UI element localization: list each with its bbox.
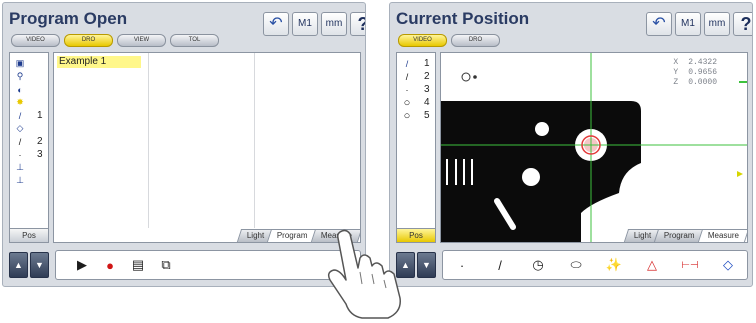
sidebar-item[interactable]: ⊥: [10, 174, 48, 187]
sidebar-item[interactable]: /2: [10, 135, 48, 148]
light-icon: ✸: [16, 97, 24, 107]
m1-button[interactable]: M1: [675, 12, 701, 36]
feature-list-sidebar: ▣ ⚲ ◐ ✸ /1 ◇ /2 · 3 ⊥ ⊥ Pos: [9, 52, 49, 243]
tab-measure[interactable]: Measure: [697, 229, 747, 242]
probe-icon: ▣: [15, 58, 25, 68]
mm-button[interactable]: mm: [321, 12, 347, 36]
circle-icon: ○: [403, 96, 411, 109]
slot-icon: ◇: [16, 123, 24, 133]
measure-circle-icon[interactable]: ◷: [524, 257, 552, 273]
panel-tabs: Light Program Measure: [623, 229, 747, 242]
sidebar-item[interactable]: /1: [10, 109, 48, 122]
column-divider: [148, 53, 149, 228]
undo-button[interactable]: ↶: [263, 12, 289, 36]
program-open-panel: Program Open VIDEO DRO VIEW TOL ↶ M1 mm …: [2, 2, 366, 287]
sidebar-item[interactable]: ◐: [10, 83, 48, 96]
sidebar-item[interactable]: ✸: [10, 96, 48, 109]
line-icon: /: [405, 58, 409, 69]
run-icon[interactable]: ▶: [68, 257, 96, 273]
measure-toolbar: · / ◷ ⬭ ✨ △ ⊢⊣ ◇: [442, 250, 748, 280]
measure-distance-icon[interactable]: ⊢⊣: [676, 260, 704, 271]
panel-title: Program Open: [9, 9, 128, 28]
mode-dro-button[interactable]: DRO: [64, 34, 113, 47]
sidebar-item[interactable]: ⊥: [10, 161, 48, 174]
mm-button[interactable]: mm: [704, 12, 730, 36]
video-viewport[interactable]: X 2.4322 Y 0.9656 Z 0.0000 Light Program Me…: [440, 52, 748, 243]
scroll-up-button[interactable]: ▲: [9, 252, 28, 278]
top-buttons: ↶ M1 mm ?: [263, 12, 365, 36]
sidebar-item[interactable]: ⚲: [10, 70, 48, 83]
dro-readout: X 2.4322 Y 0.9656 Z 0.0000: [673, 58, 717, 87]
line-icon: /: [18, 110, 22, 121]
bottom-bar: ▲ ▼ ▶ ● ▤ ⧉: [9, 249, 361, 281]
mode-bar: VIDEO DRO: [398, 34, 500, 47]
scroll-down-button[interactable]: ▼: [30, 252, 49, 278]
program-list: Example 1 Light Program Measure: [53, 52, 361, 243]
copy-icon[interactable]: ⧉: [152, 257, 180, 273]
mode-view-button[interactable]: VIEW: [117, 34, 166, 47]
measure-point-icon[interactable]: ·: [448, 258, 476, 273]
mode-video-button[interactable]: VIDEO: [398, 34, 447, 47]
pointing-hand-icon: [327, 229, 401, 319]
zoom-icon: ⚲: [16, 71, 24, 81]
column-divider: [254, 53, 255, 228]
x-readout: 2.4322: [688, 58, 717, 67]
sidebar-item[interactable]: ○ 5: [397, 109, 435, 122]
point-icon: ·: [18, 149, 22, 160]
scroll-arrows: ▲ ▼: [9, 252, 49, 278]
measure-slot-icon[interactable]: ⬭: [562, 257, 590, 273]
line-icon: /: [18, 136, 22, 147]
contrast-icon: ◐: [17, 84, 23, 95]
line-icon: /: [405, 71, 409, 82]
pos-button[interactable]: Pos: [10, 228, 48, 242]
scroll-down-button[interactable]: ▼: [417, 252, 436, 278]
sidebar-item[interactable]: ○ 4: [397, 96, 435, 109]
top-buttons: ↶ M1 mm ?: [646, 12, 752, 36]
record-icon[interactable]: ●: [96, 258, 124, 273]
point-icon: ·: [405, 84, 409, 95]
measure-line-icon[interactable]: /: [486, 258, 514, 273]
measure-blob-icon[interactable]: ◇: [714, 257, 742, 273]
undo-button[interactable]: ↶: [646, 12, 672, 36]
sidebar-item[interactable]: /1: [397, 57, 435, 70]
help-button[interactable]: ?: [733, 12, 752, 36]
program-list-item[interactable]: Example 1: [57, 56, 141, 68]
m1-button[interactable]: M1: [292, 12, 318, 36]
magic-wand-icon[interactable]: ✨: [600, 257, 628, 273]
mode-tol-button[interactable]: TOL: [170, 34, 219, 47]
sidebar-item[interactable]: · 3: [397, 83, 435, 96]
panel-title: Current Position: [396, 9, 530, 28]
feature-list-sidebar: /1 /2 · 3 ○ 4 ○ 5 Pos: [396, 52, 436, 243]
sidebar-item[interactable]: /2: [397, 70, 435, 83]
list-icon[interactable]: ▤: [124, 257, 152, 273]
datum-icon: ⊥: [16, 175, 24, 185]
measure-angle-icon[interactable]: △: [638, 257, 666, 273]
help-button[interactable]: ?: [350, 12, 365, 36]
bottom-bar: ▲ ▼ · / ◷ ⬭ ✨ △ ⊢⊣ ◇: [396, 249, 748, 281]
mode-dro-button[interactable]: DRO: [451, 34, 500, 47]
program-toolbar: ▶ ● ▤ ⧉: [55, 250, 361, 280]
sidebar-item[interactable]: · 3: [10, 148, 48, 161]
mode-video-button[interactable]: VIDEO: [11, 34, 60, 47]
z-readout: 0.0000: [688, 78, 717, 87]
mode-bar: VIDEO DRO VIEW TOL: [11, 34, 219, 47]
circle-icon: ○: [403, 109, 411, 122]
current-position-panel: Current Position VIDEO DRO ↶ M1 mm ? /1 …: [389, 2, 753, 287]
sidebar-item[interactable]: ▣: [10, 57, 48, 70]
sidebar-item[interactable]: ◇: [10, 122, 48, 135]
y-readout: 0.9656: [688, 68, 717, 77]
datum-icon: ⊥: [16, 162, 24, 172]
